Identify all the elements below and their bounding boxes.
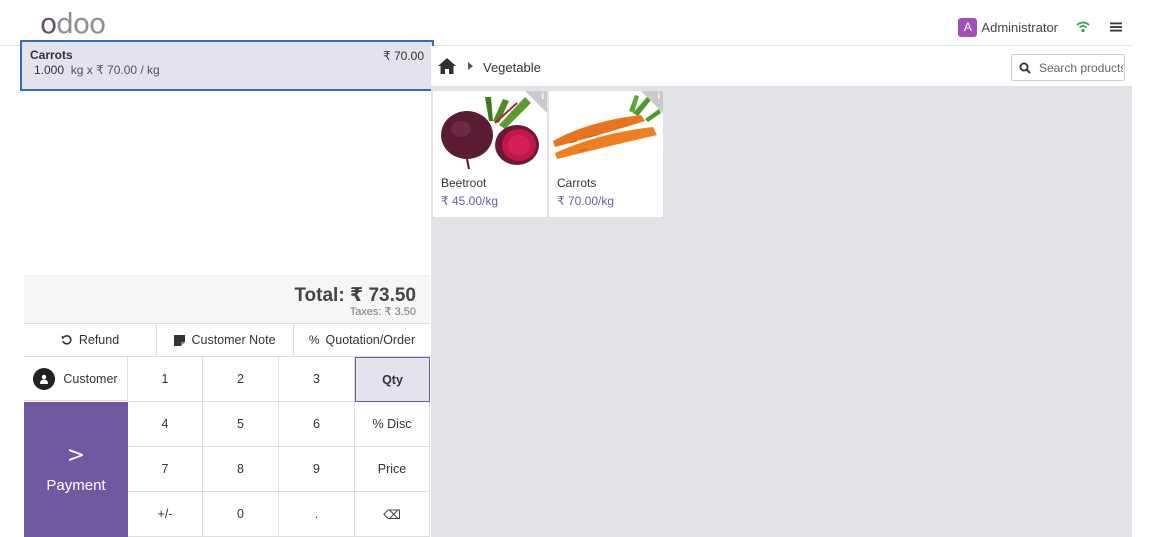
chevron-right-icon: > <box>66 443 86 468</box>
refund-label: Refund <box>78 333 120 347</box>
numpad-key-5[interactable]: 5 <box>203 402 279 447</box>
home-icon[interactable] <box>437 57 457 75</box>
numpad-mode-qty[interactable]: Qty <box>355 357 430 402</box>
numpad-area: Customer > Payment 1 2 3 Qty 4 5 6 % Dis… <box>24 357 430 537</box>
percent-icon: % <box>308 333 320 347</box>
customer-button[interactable]: Customer <box>24 357 128 401</box>
payment-label: Payment <box>46 477 106 494</box>
numpad-key-decimal[interactable]: . <box>279 492 355 537</box>
payment-button[interactable]: > Payment <box>24 402 128 537</box>
numpad-key-plus-minus[interactable]: +/- <box>128 492 203 537</box>
product-price: ₹ 70.00/kg <box>557 194 615 208</box>
product-card-carrots[interactable]: i Carrots ₹ 70.00/kg <box>549 91 663 217</box>
numpad-key-9[interactable]: 9 <box>279 447 355 492</box>
quotation-order-label: Quotation/Order <box>325 333 416 347</box>
order-line-price: ₹ 70.00 <box>383 49 424 63</box>
numpad-mode-price[interactable]: Price <box>355 447 430 492</box>
product-price: ₹ 45.00/kg <box>441 194 499 208</box>
numpad-key-4[interactable]: 4 <box>128 402 203 447</box>
numpad-key-1[interactable]: 1 <box>128 357 203 402</box>
numpad-key-6[interactable]: 6 <box>279 402 355 447</box>
customer-label: Customer <box>63 371 118 386</box>
hamburger-menu-icon[interactable] <box>1110 21 1122 33</box>
order-summary: Total: ₹ 73.50 Taxes: ₹ 3.50 <box>24 275 430 323</box>
numpad-keys: 1 2 3 Qty 4 5 6 % Disc 7 8 9 Price +/- 0… <box>128 357 430 537</box>
order-line-quantity: 1.000 <box>34 63 65 77</box>
product-list: i Beetroot ₹ 45.00/kg i Carrots ₹ 70.00/… <box>433 91 663 217</box>
order-line-product-name: Carrots <box>30 48 73 62</box>
user-name[interactable]: Administrator <box>981 20 1058 35</box>
search-box[interactable] <box>1011 54 1125 81</box>
info-icon: i <box>657 91 660 101</box>
search-input[interactable] <box>1039 60 1123 75</box>
wifi-icon[interactable] <box>1076 21 1090 33</box>
numpad-key-0[interactable]: 0 <box>203 492 279 537</box>
caret-right-icon <box>468 62 473 70</box>
order-total: Total: ₹ 73.50 <box>294 285 416 306</box>
undo-icon <box>61 335 72 345</box>
breadcrumb-category[interactable]: Vegetable <box>483 60 541 75</box>
breadcrumb-bar: Vegetable <box>431 46 1132 87</box>
search-icon <box>1019 62 1031 74</box>
numpad-key-7[interactable]: 7 <box>128 447 203 492</box>
product-card-beetroot[interactable]: i Beetroot ₹ 45.00/kg <box>433 91 547 217</box>
customer-note-button[interactable]: Customer Note <box>157 324 294 356</box>
user-area: A Administrator <box>958 17 1122 37</box>
product-screen: Vegetable i <box>431 46 1132 537</box>
numpad-key-8[interactable]: 8 <box>203 447 279 492</box>
quotation-order-button[interactable]: % Quotation/Order <box>294 324 430 356</box>
numpad-key-3[interactable]: 3 <box>279 357 355 402</box>
product-name: Beetroot <box>441 176 487 190</box>
sticky-note-icon <box>174 334 186 346</box>
order-panel: Carrots ₹ 70.00 1.000 kg x ₹ 70.00 / kg … <box>20 40 434 537</box>
user-avatar[interactable]: A <box>958 17 978 37</box>
product-name: Carrots <box>557 176 597 190</box>
odoo-logo: odoo <box>40 7 106 40</box>
numpad-key-2[interactable]: 2 <box>203 357 279 402</box>
control-buttons: Refund Customer Note % Quotation/Order <box>24 323 430 357</box>
user-icon <box>33 367 56 390</box>
numpad-key-backspace-icon[interactable]: ⌫ <box>355 492 430 537</box>
info-icon: i <box>541 91 544 101</box>
refund-button[interactable]: Refund <box>24 324 157 356</box>
order-line-selected[interactable]: Carrots ₹ 70.00 1.000 kg x ₹ 70.00 / kg <box>20 40 434 91</box>
customer-note-label: Customer Note <box>191 333 276 347</box>
order-line-quantity-info: 1.000 kg x ₹ 70.00 / kg <box>34 63 424 77</box>
order-taxes: Taxes: ₹ 3.50 <box>349 306 416 318</box>
order-line-unit-detail: kg x ₹ 70.00 / kg <box>70 63 160 77</box>
numpad-mode-discount[interactable]: % Disc <box>355 402 430 447</box>
